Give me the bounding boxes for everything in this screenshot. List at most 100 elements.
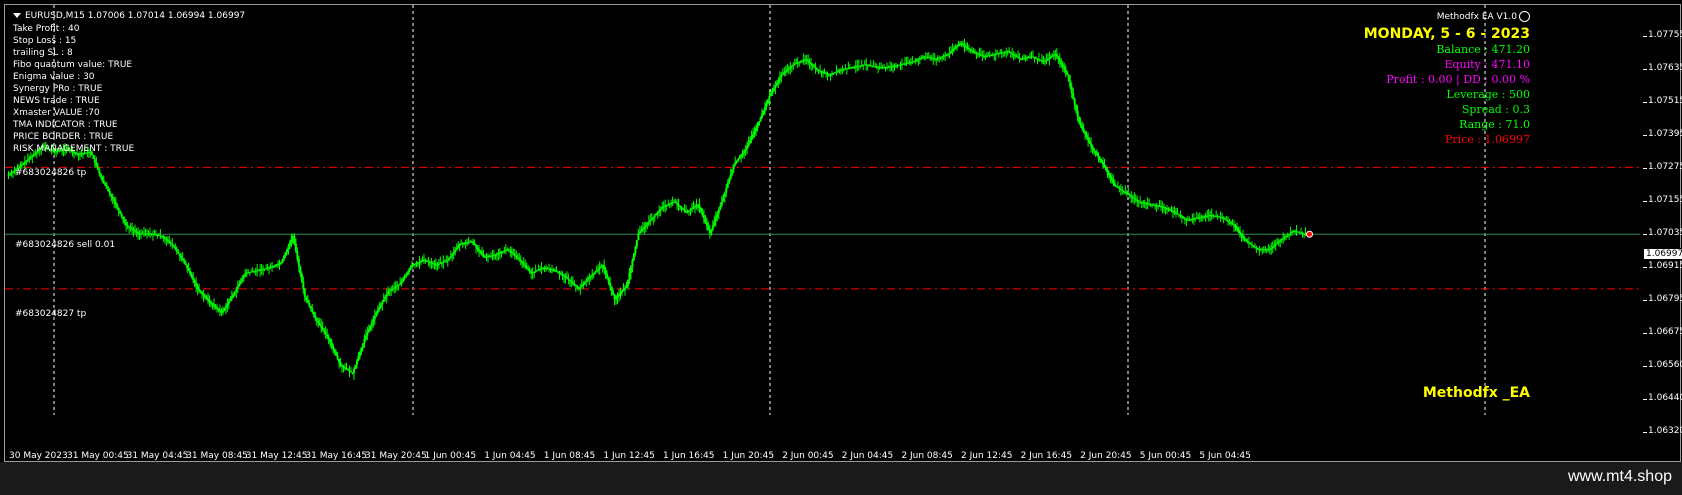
time-tick: 2 Jun 12:45	[961, 451, 1013, 461]
candle-body	[478, 249, 481, 252]
candle-body	[1009, 52, 1012, 54]
candle-body	[163, 237, 166, 239]
candle-body	[525, 266, 528, 269]
candle-body	[361, 343, 364, 348]
candle-body	[1118, 187, 1121, 189]
candle-body	[293, 236, 296, 244]
candle-body	[332, 345, 335, 349]
candle-body	[198, 288, 201, 291]
candle-body	[382, 299, 385, 303]
candle-body	[759, 117, 762, 122]
candle-body	[348, 370, 351, 372]
candle-body	[1093, 148, 1096, 151]
candle-body	[1247, 242, 1250, 244]
candle-body	[168, 241, 171, 243]
candle-body	[215, 307, 218, 309]
candle-body	[311, 308, 314, 312]
candle-body	[513, 254, 516, 256]
candle-body	[582, 283, 585, 286]
ea-stats: Balance : 471.20 Equity : 471.10 Profit : …	[1330, 42, 1530, 147]
candle-body	[1082, 128, 1085, 132]
time-tick: 31 May 16:45	[305, 451, 368, 461]
price-scale[interactable]: 1.07755 1.07635 1.07515 1.07395 1.07275 1.071…	[1642, 9, 1682, 451]
candle-body	[1087, 137, 1090, 141]
candle-body	[402, 278, 405, 282]
candle-body	[951, 49, 954, 52]
candle-body	[719, 205, 722, 210]
candle-body	[760, 114, 763, 118]
candle-body	[384, 296, 387, 300]
candle-body	[369, 325, 372, 330]
candle-body	[1177, 214, 1180, 216]
candle-body	[783, 72, 786, 74]
candle-body	[406, 272, 409, 275]
candle-body	[1136, 199, 1139, 201]
candle-body	[390, 289, 393, 291]
candle-body	[279, 262, 282, 264]
candle-body	[1058, 59, 1061, 62]
collapse-triangle-icon[interactable]	[13, 13, 21, 18]
candle-body	[363, 339, 366, 344]
candle-body	[327, 336, 330, 340]
candle-body	[308, 302, 311, 306]
candle-body	[287, 245, 290, 250]
candle-body	[367, 329, 370, 333]
candle-body	[92, 155, 95, 159]
candle-body	[510, 251, 513, 254]
candle-body	[1174, 212, 1177, 214]
candle-body	[1085, 134, 1088, 138]
candle-body	[281, 259, 284, 263]
candle-body	[592, 273, 595, 275]
candle-body	[1064, 69, 1067, 73]
candle-body	[713, 221, 716, 226]
candle-body	[970, 50, 973, 52]
candle-body	[1106, 170, 1109, 173]
candle-body	[948, 52, 951, 54]
footer-site[interactable]: www.mt4.shop	[1568, 468, 1672, 486]
candle-body	[366, 332, 369, 336]
candle-body	[674, 201, 677, 204]
candle-body	[609, 282, 612, 287]
candle-body	[208, 300, 211, 303]
candle-body	[677, 204, 680, 206]
candle-body	[771, 90, 774, 94]
candle-body	[635, 240, 638, 247]
candle-body	[128, 226, 131, 228]
candle-body	[711, 225, 714, 230]
candle-body	[558, 272, 561, 274]
candle-body	[808, 61, 811, 64]
candle-body	[640, 230, 643, 232]
setting-line: Synergy PRo : TRUE	[13, 84, 103, 94]
candle-body	[318, 322, 321, 326]
price-tick: 1.06560	[1642, 360, 1682, 370]
candle-body	[969, 49, 972, 51]
candle-body	[108, 191, 111, 194]
candle-body	[564, 276, 567, 278]
candle-body	[559, 273, 562, 275]
candle-body	[126, 225, 129, 227]
candle-body	[729, 174, 732, 179]
candle-body	[682, 208, 685, 210]
candle-body	[95, 162, 98, 167]
candle-body	[1227, 220, 1230, 222]
candle-body	[637, 233, 640, 241]
candle-body	[960, 43, 963, 45]
candle-body	[728, 178, 731, 184]
candle-body	[701, 211, 704, 216]
candle-body	[472, 241, 475, 244]
candle-body	[597, 269, 600, 271]
candle-body	[347, 369, 350, 371]
ea-stat-row: Spread : 0.3	[1461, 103, 1530, 116]
candle-body	[1131, 196, 1134, 198]
candle-body	[777, 80, 780, 83]
candle-body	[285, 249, 288, 253]
candle-body	[522, 263, 525, 265]
candle-body	[218, 310, 221, 312]
candle-body	[1055, 53, 1058, 57]
time-tick: 2 Jun 16:45	[1020, 451, 1073, 461]
candle-body	[789, 67, 792, 69]
candle-body	[723, 192, 726, 198]
candle-body	[101, 177, 104, 181]
candle-body	[1234, 225, 1237, 228]
chart-window[interactable]: EURUSD,M15 1.07006 1.07014 1.06994 1.069…	[4, 4, 1682, 462]
